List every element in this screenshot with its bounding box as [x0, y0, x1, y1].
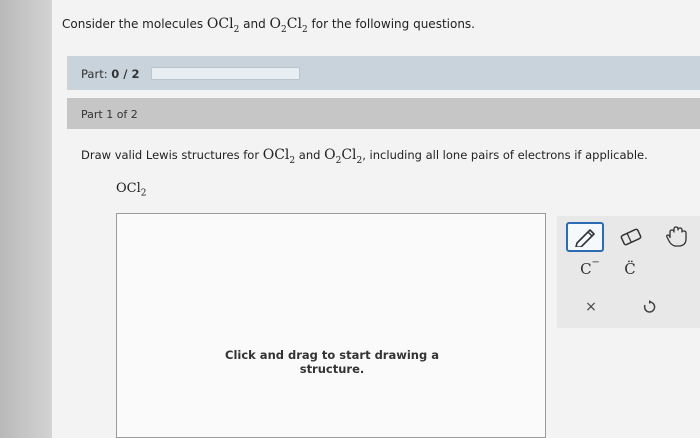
pencil-icon [575, 229, 595, 247]
hand-icon [666, 226, 687, 247]
part-label: Part: 0 / 2 [81, 67, 140, 81]
drawing-canvas[interactable] [116, 213, 546, 438]
pencil-tool-button[interactable] [566, 222, 604, 252]
canvas-hint: Click and drag to start drawing a struct… [225, 348, 439, 376]
eraser-tool-button[interactable] [616, 224, 646, 250]
progress-track [151, 67, 300, 80]
undo-button[interactable] [638, 296, 660, 318]
lone-pair-tool-button[interactable]: C̈ [615, 257, 645, 281]
instructions-mol2: O2Cl2 [324, 147, 363, 166]
molecule-label: OCl2 [116, 181, 147, 199]
instructions: Draw valid Lewis structures for OCl2 and… [81, 147, 648, 166]
carbanion-glyph: C [580, 260, 592, 278]
question-mol2: O2Cl2 [269, 16, 308, 35]
hand-tool-button[interactable] [662, 224, 692, 250]
clear-button[interactable]: × [580, 296, 602, 318]
instructions-mol1: OCl2 [262, 147, 296, 166]
left-shadow [0, 0, 52, 438]
undo-icon [643, 300, 656, 313]
carbanion-charge: − [591, 256, 600, 268]
part-title: Part 1 of 2 [81, 108, 138, 121]
question-and: and [239, 17, 270, 31]
eraser-icon [620, 228, 642, 246]
lone-pair-glyph: C̈ [624, 260, 636, 278]
question-tail: for the following questions. [307, 17, 476, 31]
part-header [67, 98, 700, 129]
question-lead: Consider the molecules [62, 17, 207, 31]
part-count: 0 / 2 [111, 67, 140, 81]
carbanion-tool-button[interactable]: C − [575, 257, 605, 281]
question-text: Consider the molecules OCl2 and O2Cl2 fo… [62, 16, 475, 35]
question-mol1: OCl2 [206, 16, 240, 35]
close-icon: × [585, 299, 597, 315]
